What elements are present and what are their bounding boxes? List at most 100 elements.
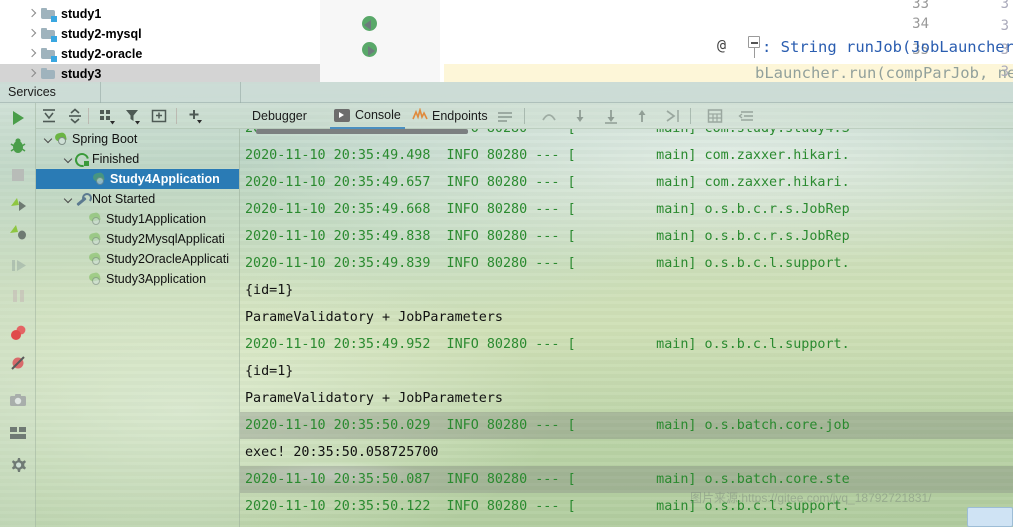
add-service-icon[interactable] — [186, 107, 204, 125]
run-toolbar-rail — [0, 103, 36, 527]
services-tree-toolbar — [36, 103, 240, 129]
collapse-all-icon[interactable] — [66, 107, 84, 125]
header-divider — [100, 82, 101, 103]
console-log-line: 2020-11-10 20:35:49.839 INFO 80280 --- [… — [245, 256, 850, 271]
run-gutter-marker-icon[interactable] — [362, 16, 379, 32]
chevron-right-icon[interactable] — [26, 28, 39, 41]
services-tree-node-label: Study2OracleApplicati — [106, 252, 229, 266]
console-log-line: {id=1} — [245, 364, 294, 379]
tab-endpoints[interactable]: Endpoints — [408, 103, 492, 129]
services-title: Services — [8, 85, 56, 99]
chevron-right-icon[interactable] — [26, 48, 39, 61]
spring-boot-icon — [54, 131, 69, 146]
console-log-line: 2020-11-10 20:35:49.657 INFO 80280 --- [… — [245, 175, 850, 190]
project-tree-item[interactable]: study3 — [0, 64, 320, 84]
editor-gutter[interactable] — [320, 0, 440, 82]
project-tree-item-label: study1 — [61, 7, 102, 21]
console-log-line: 2020-11-10 20:35:49.498 INFO 80280 --- [… — [245, 148, 850, 163]
project-tree-item[interactable]: study2-mysql — [0, 24, 320, 44]
stop-icon[interactable] — [8, 165, 28, 185]
console-horizontal-scrollbar[interactable] — [248, 129, 1013, 134]
camera-icon[interactable] — [8, 390, 28, 410]
tab-debugger-label: Debugger — [252, 109, 307, 123]
services-tree-node-label: Study2MysqlApplicati — [106, 232, 225, 246]
group-by-icon[interactable] — [98, 107, 116, 125]
console-log-line: 2020-11-10 20:35:49.838 INFO 80280 --- [… — [245, 229, 850, 244]
step-into-icon[interactable] — [567, 103, 593, 129]
spring-boot-icon — [88, 231, 103, 246]
services-tree-node-label: Spring Boot — [72, 132, 138, 146]
chevron-down-icon[interactable] — [62, 153, 74, 165]
rerun-icon[interactable] — [8, 194, 28, 214]
folder-module-icon — [41, 7, 57, 22]
project-tool-window[interactable]: study1 study2-mysql study2-oracle study3 — [0, 0, 320, 84]
services-tree-node-finished[interactable]: Finished — [36, 149, 239, 169]
resume-program-icon[interactable] — [8, 255, 28, 275]
settings-gear-icon[interactable] — [8, 455, 28, 475]
run-gutter-marker-icon[interactable] — [362, 42, 379, 58]
trace-icon[interactable] — [734, 103, 760, 129]
toolbar-divider — [176, 108, 177, 124]
services-tree[interactable]: Spring Boot Finished Study4Application N… — [36, 129, 240, 527]
services-tree-node-study2mysqlapplication[interactable]: Study2MysqlApplicati — [36, 229, 239, 249]
services-tool-window: Services Spring Boot Finished Study4Appl… — [0, 82, 1013, 527]
corner-tooltip-box[interactable] — [967, 507, 1013, 527]
spring-boot-icon — [88, 211, 103, 226]
services-tree-node-study4application[interactable]: Study4Application — [36, 169, 239, 189]
debug-icon[interactable] — [8, 136, 28, 156]
tab-debugger[interactable]: Debugger — [248, 103, 311, 129]
services-tree-node-label: Study4Application — [110, 172, 220, 186]
tab-console[interactable]: Console — [330, 103, 405, 129]
not-started-icon — [74, 192, 92, 206]
pause-program-icon[interactable] — [8, 286, 28, 306]
chevron-right-icon[interactable] — [26, 8, 39, 21]
services-tree-node-study1application[interactable]: Study1Application — [36, 209, 239, 229]
layout-settings-icon[interactable] — [8, 423, 28, 443]
header-divider — [240, 82, 241, 103]
console-log-line: 2020-11-10 20:35:49.952 INFO 80280 --- [… — [245, 337, 850, 352]
editor-right-number: 3 — [1000, 18, 1009, 34]
soft-wrap-icon[interactable] — [492, 103, 518, 129]
console-icon — [334, 108, 350, 122]
filter-icon[interactable] — [124, 107, 142, 125]
console-tab-bar: Debugger Console Endpoints — [240, 103, 1013, 129]
rerun-debug-icon[interactable] — [8, 222, 28, 242]
annotation-symbol: @ — [717, 36, 727, 54]
services-tree-node-label: Study1Application — [106, 212, 207, 226]
evaluate-expression-icon[interactable] — [702, 103, 728, 129]
view-breakpoints-icon[interactable] — [8, 323, 28, 343]
services-tree-node-spring-boot[interactable]: Spring Boot — [36, 129, 239, 149]
services-tree-node-study3application[interactable]: Study3Application — [36, 269, 239, 289]
editor-line-number: 34 — [912, 16, 929, 32]
tab-endpoints-label: Endpoints — [432, 109, 488, 123]
console-output[interactable]: 2020-11-10 20:35:48.857 INFO 80280 --- [… — [240, 129, 1013, 527]
step-over-icon[interactable] — [536, 103, 562, 129]
chevron-right-icon[interactable] — [26, 68, 39, 81]
chevron-down-icon[interactable] — [62, 193, 74, 205]
toolbar-divider — [690, 108, 691, 124]
project-tree-item[interactable]: study1 — [0, 4, 320, 24]
editor-strip: study1 study2-mysql study2-oracle study3… — [0, 0, 1013, 84]
code-editor[interactable]: 33 34 35 36 @ : String runJob(JobLaunche… — [320, 0, 1013, 82]
console-log-line: 2020-11-10 20:35:50.029 INFO 80280 --- [… — [240, 412, 1013, 439]
console-log-line: {id=1} — [245, 283, 294, 298]
force-step-into-icon[interactable] — [598, 103, 624, 129]
services-tree-node-label: Not Started — [92, 192, 156, 206]
run-icon[interactable] — [8, 108, 28, 128]
code-fold-marker-icon[interactable] — [748, 36, 760, 58]
editor-right-line-numbers: 3 3 3 3 — [991, 0, 1013, 82]
services-tree-node-not-started[interactable]: Not Started — [36, 189, 239, 209]
folder-module-icon — [41, 67, 56, 81]
project-tree-item-label: study3 — [61, 67, 102, 81]
finished-icon — [74, 152, 89, 166]
step-out-icon[interactable] — [629, 103, 655, 129]
editor-right-number: 3 — [1000, 42, 1009, 58]
run-to-cursor-icon[interactable] — [660, 103, 686, 129]
add-tab-icon[interactable] — [150, 107, 168, 125]
services-tree-node-study2oracleapplication[interactable]: Study2OracleApplicati — [36, 249, 239, 269]
mute-breakpoints-icon[interactable] — [8, 353, 28, 373]
project-tree-item[interactable]: study2-oracle — [0, 44, 320, 64]
expand-all-icon[interactable] — [40, 107, 58, 125]
chevron-down-icon[interactable] — [42, 133, 54, 145]
folder-module-icon — [41, 27, 57, 42]
